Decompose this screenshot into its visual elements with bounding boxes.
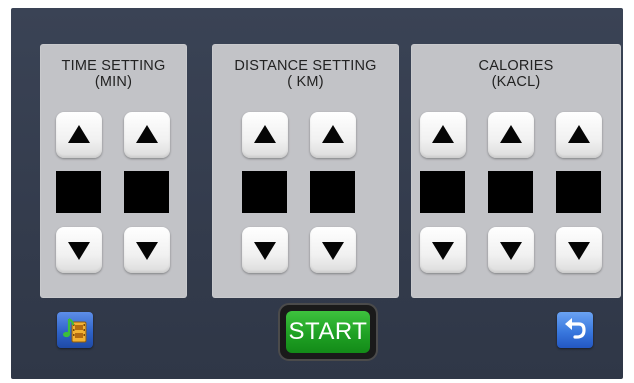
start-button-label: START	[286, 311, 370, 353]
up-arrow-icon	[136, 125, 158, 143]
time-setting-title-line1: TIME SETTING	[61, 58, 166, 74]
time-setting-title: TIME SETTING (MIN)	[40, 58, 187, 90]
calories-digit2-up-button[interactable]	[488, 112, 534, 158]
time-setting-title-line2: (MIN)	[94, 74, 133, 90]
down-arrow-icon	[432, 242, 454, 260]
calories-digit3-up-button[interactable]	[556, 112, 602, 158]
down-arrow-icon	[68, 242, 90, 260]
up-arrow-icon	[68, 125, 90, 143]
time-digit1-display	[56, 171, 101, 213]
calories-digit1-up-button[interactable]	[420, 112, 466, 158]
distance-digit2-up-button[interactable]	[310, 112, 356, 158]
distance-setting-panel: DISTANCE SETTING ( KM)	[212, 44, 399, 298]
up-arrow-icon	[432, 125, 454, 143]
distance-setting-title: DISTANCE SETTING ( KM)	[212, 58, 399, 90]
time-digit2-display	[124, 171, 169, 213]
time-setting-panel: TIME SETTING (MIN)	[40, 44, 187, 298]
start-button[interactable]: START	[280, 305, 376, 359]
distance-digit1-up-button[interactable]	[242, 112, 288, 158]
down-arrow-icon	[568, 242, 590, 260]
up-arrow-icon	[254, 125, 276, 143]
calories-title-line2: (KACL)	[491, 74, 541, 90]
undo-arrow-icon	[565, 318, 586, 339]
calories-digit2-display	[488, 171, 533, 213]
calories-digit3-down-button[interactable]	[556, 227, 602, 273]
distance-setting-title-line2: ( KM)	[287, 74, 324, 90]
music-film-icon	[63, 318, 87, 343]
distance-digit2-display	[310, 171, 355, 213]
down-arrow-icon	[136, 242, 158, 260]
time-digit2-down-button[interactable]	[124, 227, 170, 273]
calories-title-line1: CALORIES	[478, 58, 554, 74]
time-digit1-down-button[interactable]	[56, 227, 102, 273]
distance-digit1-down-button[interactable]	[242, 227, 288, 273]
media-button[interactable]	[57, 312, 93, 348]
up-arrow-icon	[568, 125, 590, 143]
time-digit2-up-button[interactable]	[124, 112, 170, 158]
distance-digit2-down-button[interactable]	[310, 227, 356, 273]
down-arrow-icon	[322, 242, 344, 260]
calories-title: CALORIES (KACL)	[411, 58, 621, 90]
calories-digit1-display	[420, 171, 465, 213]
calories-digit1-down-button[interactable]	[420, 227, 466, 273]
back-button[interactable]	[557, 312, 593, 348]
down-arrow-icon	[500, 242, 522, 260]
calories-digit2-down-button[interactable]	[488, 227, 534, 273]
calories-panel: CALORIES (KACL)	[411, 44, 621, 298]
calories-digit3-display	[556, 171, 601, 213]
up-arrow-icon	[322, 125, 344, 143]
time-digit1-up-button[interactable]	[56, 112, 102, 158]
down-arrow-icon	[254, 242, 276, 260]
distance-setting-title-line1: DISTANCE SETTING	[234, 58, 377, 74]
up-arrow-icon	[500, 125, 522, 143]
distance-digit1-display	[242, 171, 287, 213]
